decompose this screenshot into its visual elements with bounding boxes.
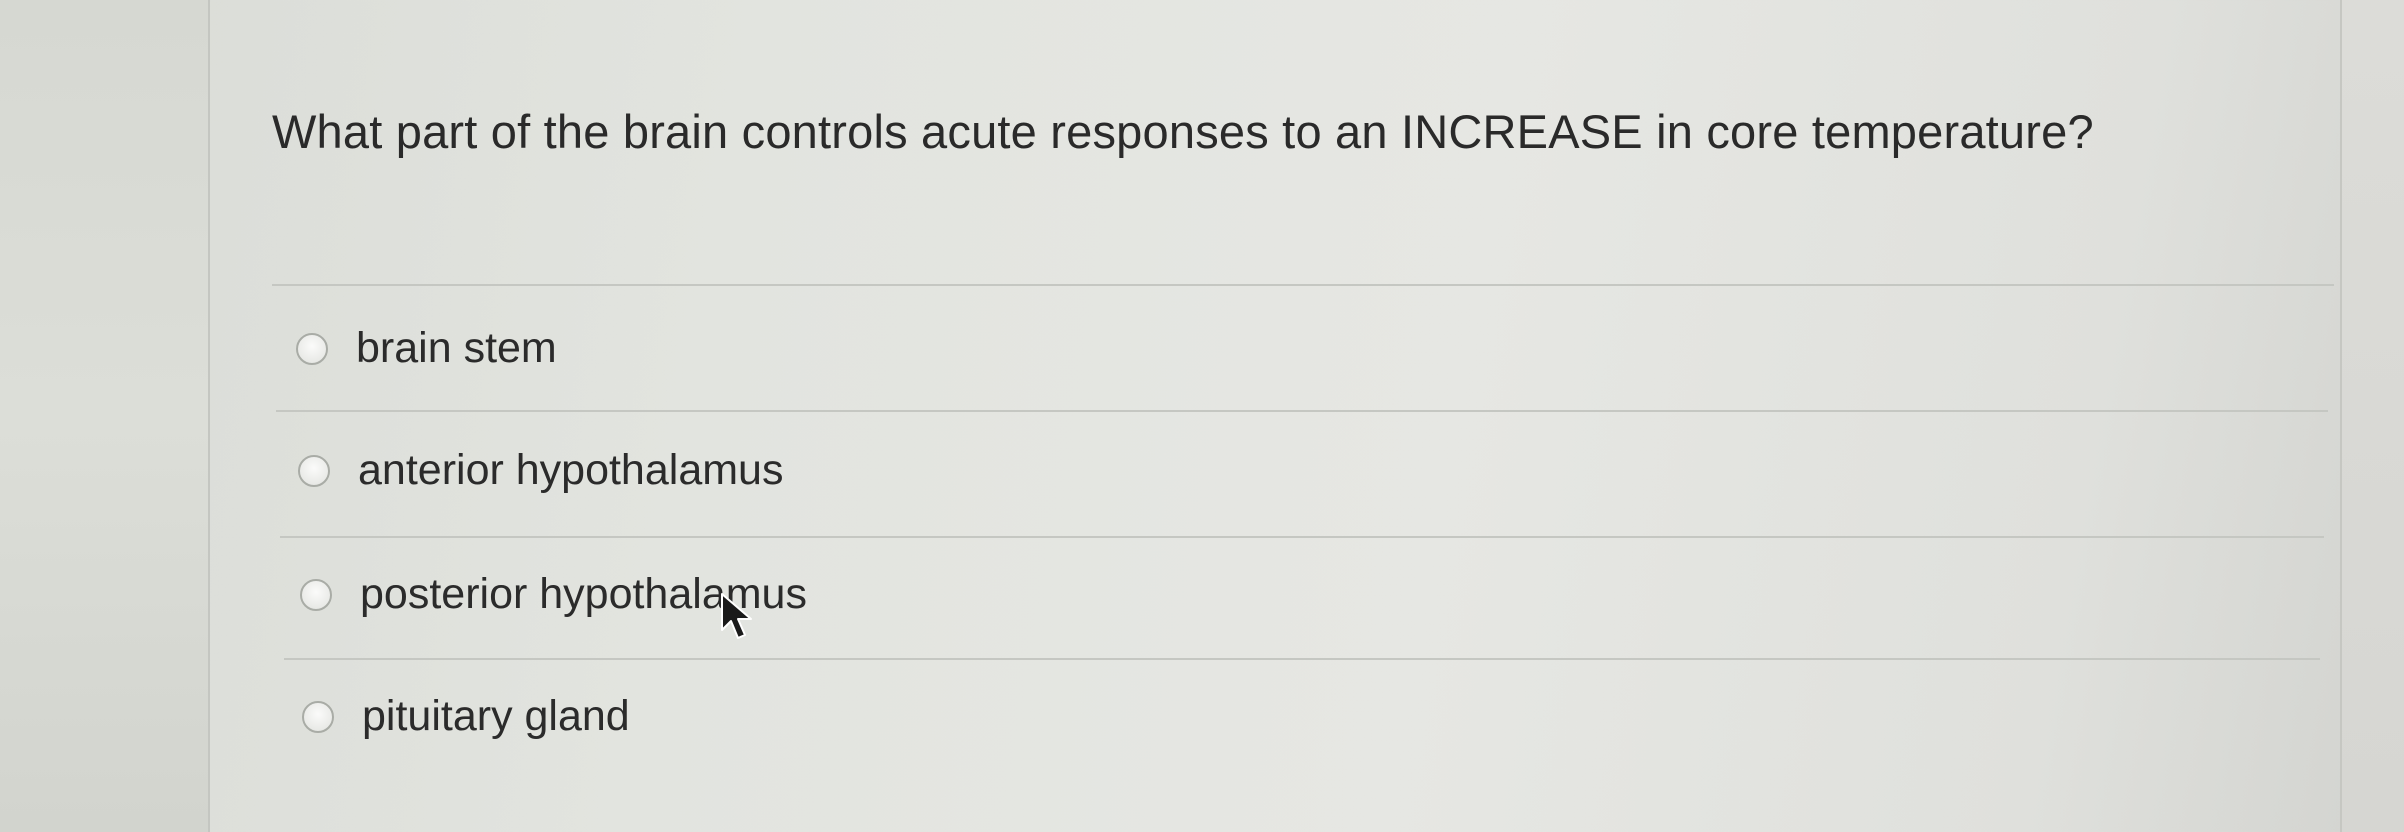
radio-unselected-icon[interactable]	[298, 454, 330, 487]
divider	[272, 284, 2334, 286]
option-label: anterior hypothalamus	[358, 446, 784, 494]
divider	[280, 536, 2324, 538]
right-margin	[2340, 0, 2404, 832]
left-margin	[0, 0, 210, 832]
question-text: What part of the brain controls acute re…	[272, 105, 2094, 158]
answer-option-brain-stem[interactable]: brain stem	[296, 324, 557, 373]
radio-unselected-icon[interactable]	[296, 332, 328, 365]
answer-option-pituitary-gland[interactable]: pituitary gland	[302, 692, 630, 741]
divider	[284, 658, 2320, 660]
radio-unselected-icon[interactable]	[302, 700, 334, 733]
option-label: brain stem	[356, 324, 557, 372]
answer-option-anterior-hypothalamus[interactable]: anterior hypothalamus	[298, 446, 783, 495]
option-label: pituitary gland	[362, 692, 630, 740]
divider	[276, 410, 2328, 412]
arrow-cursor-icon	[721, 593, 752, 639]
radio-unselected-icon[interactable]	[300, 578, 332, 611]
